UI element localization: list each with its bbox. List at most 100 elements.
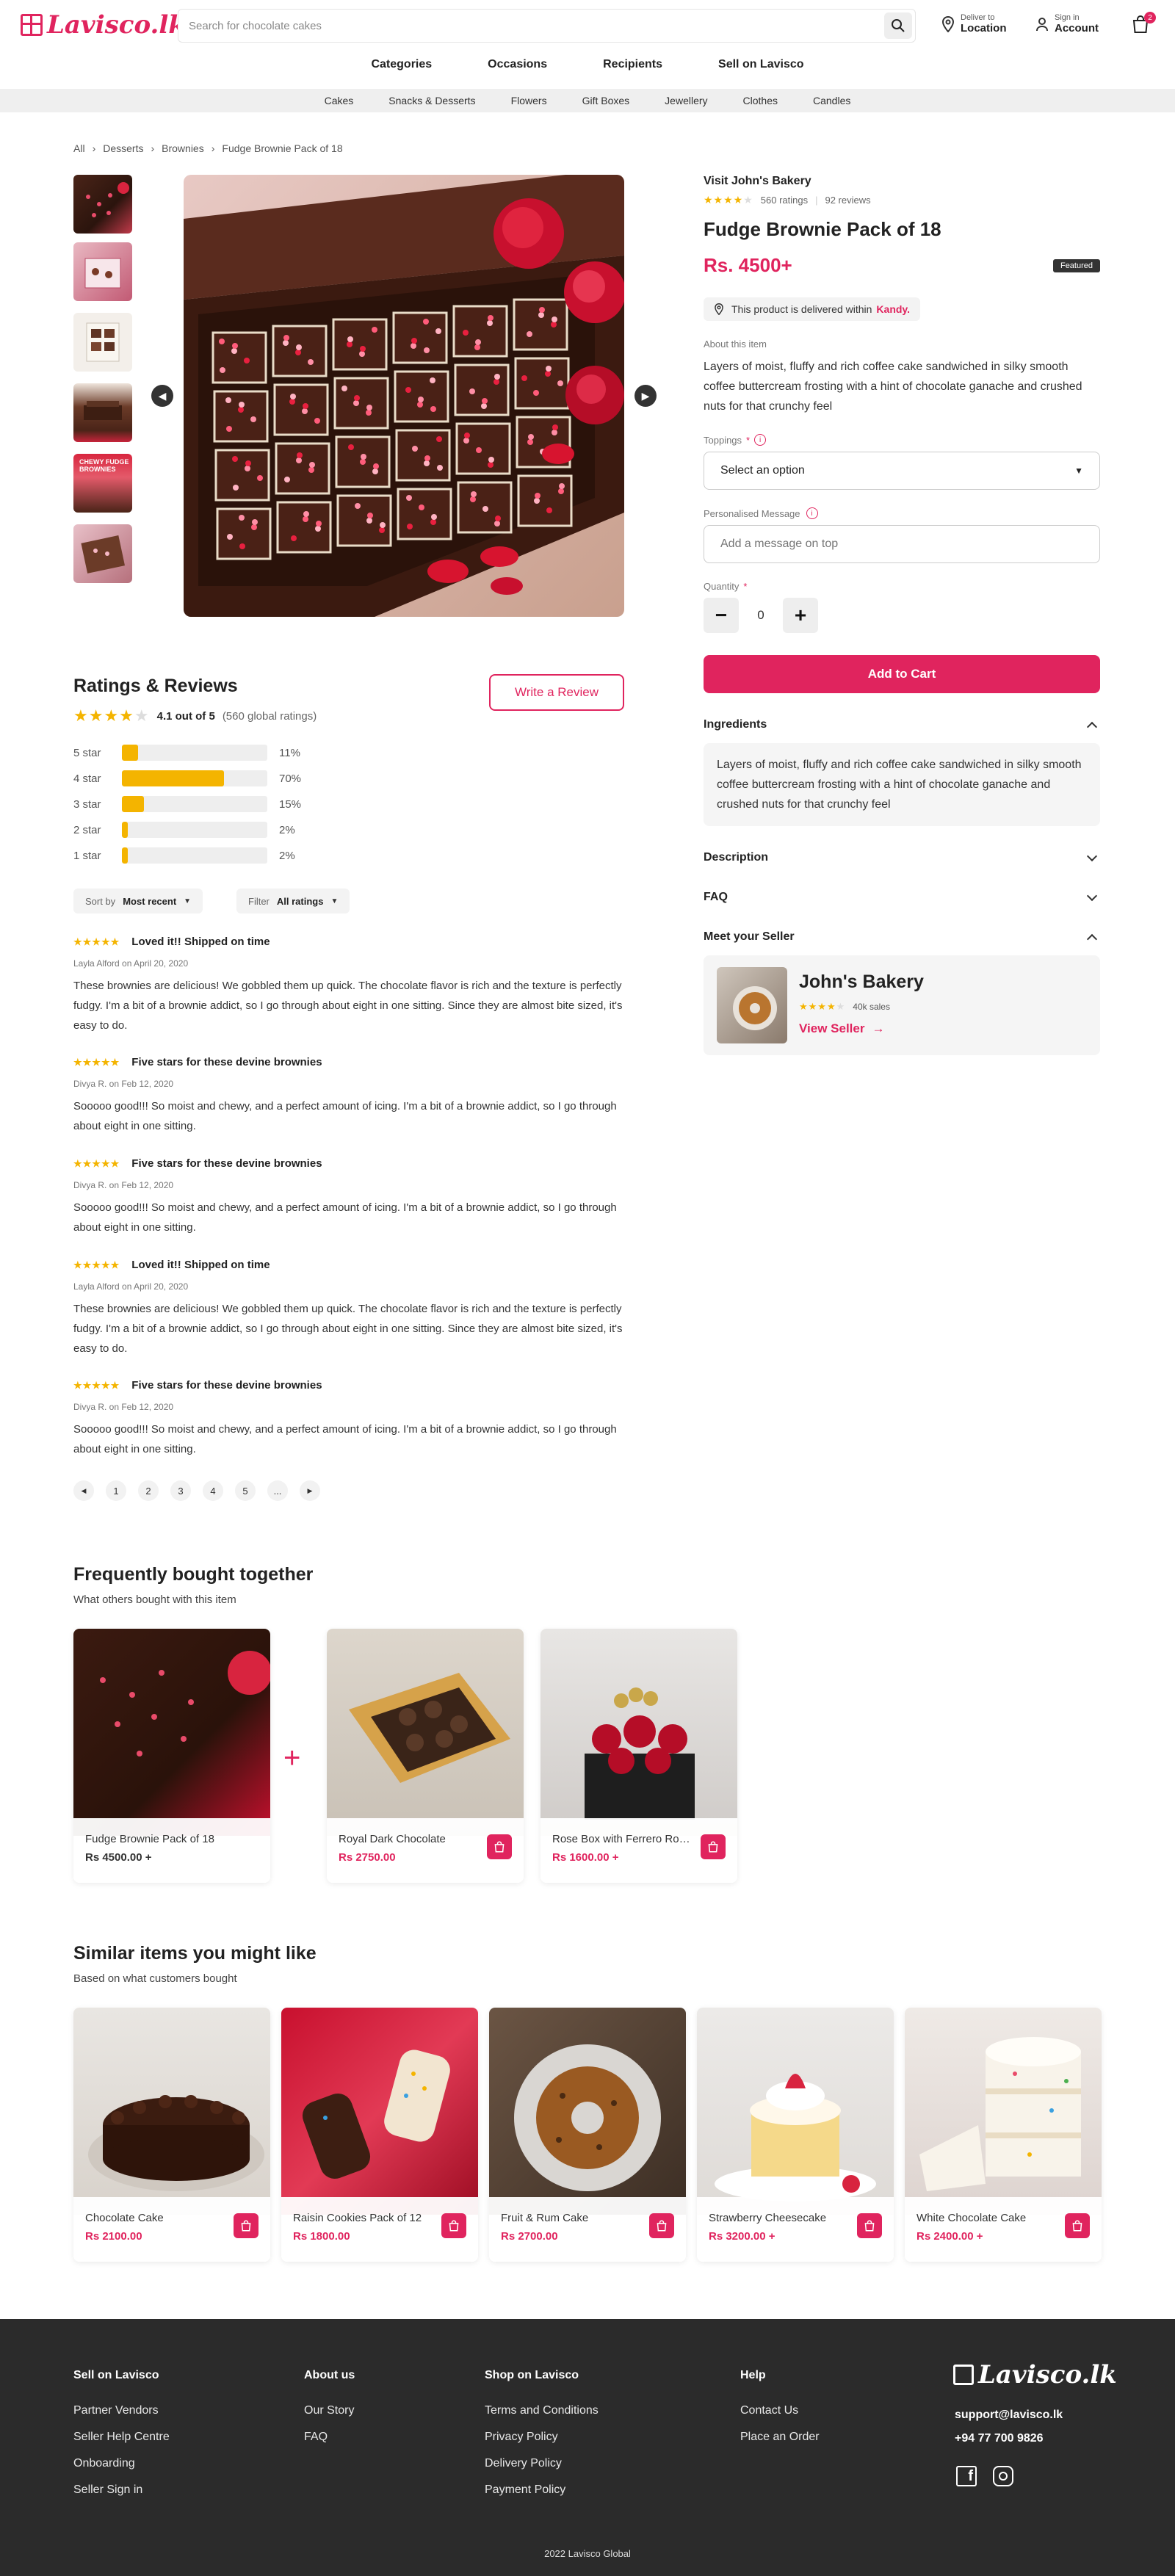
page-5-button[interactable]: 5 bbox=[235, 1480, 256, 1501]
footer-link[interactable]: FAQ bbox=[304, 2431, 355, 2444]
page-1-button[interactable]: 1 bbox=[106, 1480, 126, 1501]
footer-link[interactable]: Partner Vendors bbox=[73, 2404, 170, 2417]
footer-link[interactable]: Delivery Policy bbox=[485, 2457, 599, 2470]
ingredients-accordion[interactable]: Ingredients bbox=[704, 715, 1100, 734]
subnav-jewellery[interactable]: Jewellery bbox=[665, 95, 707, 106]
search-input[interactable] bbox=[189, 10, 864, 42]
visit-seller-link[interactable]: Visit John's Bakery bbox=[704, 175, 1100, 188]
thumbnail-3[interactable] bbox=[73, 313, 132, 372]
info-icon[interactable]: i bbox=[806, 507, 818, 519]
account-button[interactable]: Sign in Account bbox=[1035, 13, 1099, 35]
reviews-count[interactable]: 92 reviews bbox=[825, 195, 870, 206]
view-seller-link[interactable]: View Seller → bbox=[799, 1021, 884, 1036]
add-to-cart-icon-button[interactable] bbox=[1065, 2213, 1090, 2238]
product-card[interactable]: Fruit & Rum Cake Rs 2700.00 bbox=[489, 2008, 686, 2262]
site-logo[interactable]: Lavisco.lk bbox=[21, 10, 186, 40]
next-page-button[interactable]: ▶ bbox=[300, 1480, 320, 1501]
product-card[interactable]: Fudge Brownie Pack of 18 Rs 4500.00 + bbox=[73, 1629, 270, 1883]
facebook-icon[interactable]: f bbox=[956, 2466, 977, 2486]
message-input[interactable] bbox=[704, 525, 1100, 563]
increase-quantity-button[interactable]: + bbox=[783, 598, 818, 633]
filter-dropdown[interactable]: Filter All ratings ▼ bbox=[236, 889, 350, 913]
rating-bar-row[interactable]: 5 star 11% bbox=[73, 745, 300, 761]
product-card[interactable]: Chocolate Cake Rs 2100.00 bbox=[73, 2008, 270, 2262]
product-card[interactable]: Royal Dark Chocolate Rs 2750.00 bbox=[327, 1629, 524, 1883]
subnav-flowers[interactable]: Flowers bbox=[511, 95, 547, 106]
thumbnail-4[interactable] bbox=[73, 383, 132, 442]
add-to-cart-icon-button[interactable] bbox=[234, 2213, 258, 2238]
deliver-to-button[interactable]: Deliver to Location bbox=[941, 13, 1007, 35]
subnav-gift-boxes[interactable]: Gift Boxes bbox=[582, 95, 630, 106]
footer-link[interactable]: Contact Us bbox=[740, 2404, 820, 2417]
write-review-button[interactable]: Write a Review bbox=[489, 674, 624, 711]
heart-sprinkle bbox=[239, 515, 245, 521]
heart-sprinkle bbox=[546, 366, 552, 372]
product-card[interactable]: White Chocolate Cake Rs 2400.00 + bbox=[905, 2008, 1102, 2262]
add-to-cart-icon-button[interactable] bbox=[487, 1834, 512, 1859]
crumb-desserts[interactable]: Desserts bbox=[103, 142, 143, 154]
prev-page-button[interactable]: ◀ bbox=[73, 1480, 94, 1501]
footer-link[interactable]: Payment Policy bbox=[485, 2483, 599, 2497]
thumbnail-5[interactable]: CHEWY FUDGE BROWNIES bbox=[73, 454, 132, 513]
similar-subheading: Based on what customers bought bbox=[73, 1972, 237, 1985]
thumbnail-6[interactable] bbox=[73, 524, 132, 583]
search-button[interactable] bbox=[884, 12, 912, 39]
add-to-cart-button[interactable]: Add to Cart bbox=[704, 655, 1100, 693]
product-card[interactable]: Strawberry Cheesecake Rs 3200.00 + bbox=[697, 2008, 894, 2262]
rating-bar-row[interactable]: 4 star 70% bbox=[73, 770, 301, 786]
add-to-cart-icon-button[interactable] bbox=[649, 2213, 674, 2238]
faq-accordion[interactable]: FAQ bbox=[704, 888, 1100, 907]
nav-sell-on-lavisco[interactable]: Sell on Lavisco bbox=[718, 51, 803, 88]
heart-sprinkle bbox=[558, 488, 564, 494]
description-accordion[interactable]: Description bbox=[704, 848, 1100, 867]
footer-email[interactable]: support@lavisco.lk bbox=[955, 2409, 1063, 2422]
quantity-value[interactable]: 0 bbox=[739, 608, 783, 623]
toppings-select[interactable]: Select an option ▼ bbox=[704, 452, 1100, 490]
footer-link[interactable]: Onboarding bbox=[73, 2457, 170, 2470]
cart-button[interactable]: 2 bbox=[1131, 12, 1156, 37]
page-2-button[interactable]: 2 bbox=[138, 1480, 159, 1501]
prev-image-button[interactable]: ◀ bbox=[151, 385, 173, 407]
instagram-icon[interactable] bbox=[993, 2466, 1013, 2486]
page-3-button[interactable]: 3 bbox=[170, 1480, 191, 1501]
sort-dropdown[interactable]: Sort by Most recent ▼ bbox=[73, 889, 203, 913]
footer-link[interactable]: Seller Help Centre bbox=[73, 2431, 170, 2444]
add-to-cart-icon-button[interactable] bbox=[701, 1834, 726, 1859]
product-card[interactable]: Raisin Cookies Pack of 12 Rs 1800.00 bbox=[281, 2008, 478, 2262]
rating-bar-row[interactable]: 1 star 2% bbox=[73, 847, 295, 864]
nav-categories[interactable]: Categories bbox=[371, 51, 432, 88]
crumb-brownies[interactable]: Brownies bbox=[162, 142, 204, 154]
thumbnail-2[interactable] bbox=[73, 242, 132, 301]
crumb-all[interactable]: All bbox=[73, 142, 85, 154]
next-image-button[interactable]: ▶ bbox=[634, 385, 657, 407]
page-4-button[interactable]: 4 bbox=[203, 1480, 223, 1501]
packaged-brownies-thumb-image bbox=[86, 322, 120, 362]
add-to-cart-icon-button[interactable] bbox=[857, 2213, 882, 2238]
info-icon[interactable]: i bbox=[754, 434, 767, 446]
footer-link[interactable]: Privacy Policy bbox=[485, 2431, 599, 2444]
subnav-clothes[interactable]: Clothes bbox=[743, 95, 778, 106]
footer-phone[interactable]: +94 77 700 9826 bbox=[955, 2432, 1044, 2445]
footer-link[interactable]: Terms and Conditions bbox=[485, 2404, 599, 2417]
subnav-cakes[interactable]: Cakes bbox=[325, 95, 354, 106]
main-product-image[interactable] bbox=[184, 175, 624, 617]
footer-link[interactable]: Our Story bbox=[304, 2404, 355, 2417]
subnav-candles[interactable]: Candles bbox=[813, 95, 850, 106]
nav-recipients[interactable]: Recipients bbox=[603, 51, 662, 88]
subnav-snacks[interactable]: Snacks & Desserts bbox=[388, 95, 475, 106]
heart-sprinkle bbox=[488, 462, 494, 468]
review-body: These brownies are delicious! We gobbled… bbox=[73, 1303, 623, 1355]
product-card[interactable]: Rose Box with Ferrero Rocher Rs 1600.00 + bbox=[540, 1629, 737, 1883]
rating-bar-row[interactable]: 3 star 15% bbox=[73, 796, 301, 812]
footer-link[interactable]: Seller Sign in bbox=[73, 2483, 170, 2497]
nav-occasions[interactable]: Occasions bbox=[488, 51, 547, 88]
seller-image[interactable] bbox=[717, 967, 787, 1043]
decrease-quantity-button[interactable]: − bbox=[704, 598, 739, 633]
add-to-cart-icon-button[interactable] bbox=[441, 2213, 466, 2238]
shopping-bag-icon bbox=[657, 2220, 667, 2232]
rating-bar-row[interactable]: 2 star 2% bbox=[73, 822, 295, 838]
footer-logo[interactable]: Lavisco.lk bbox=[953, 2360, 1117, 2389]
thumbnail-1[interactable] bbox=[73, 175, 132, 234]
footer-link[interactable]: Place an Order bbox=[740, 2431, 820, 2444]
meet-seller-accordion[interactable]: Meet your Seller bbox=[704, 927, 1100, 947]
